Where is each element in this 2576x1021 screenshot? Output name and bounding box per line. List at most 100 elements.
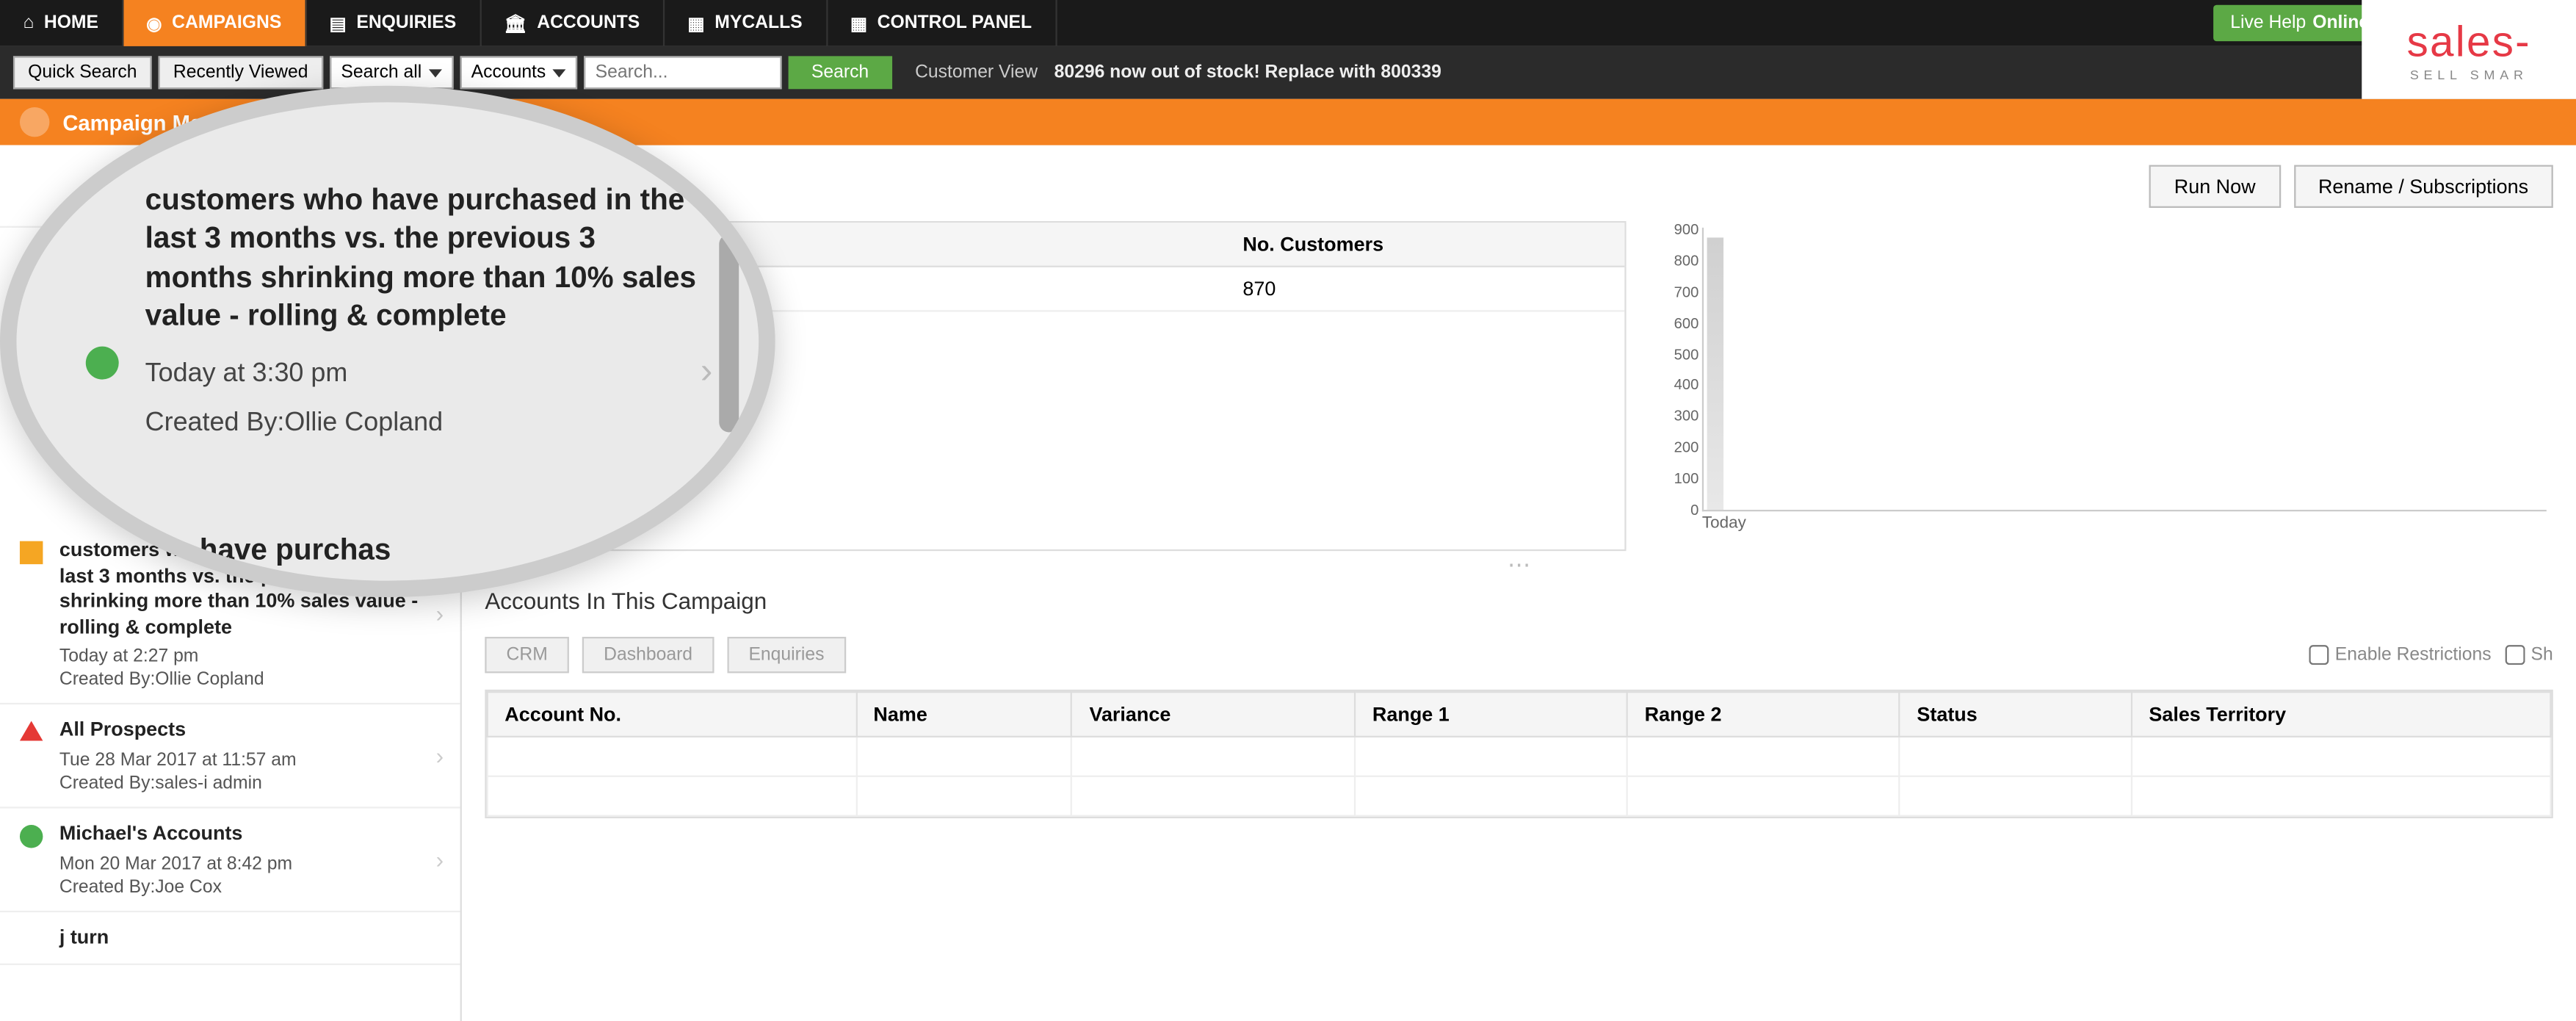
campaign-meta: Tue 28 Mar 2017 at 11:57 am <box>59 751 441 771</box>
logo: sales- SELL SMAR <box>2362 0 2576 99</box>
campaign-item[interactable]: Michael's Accounts Mon 20 Mar 2017 at 8:… <box>0 808 460 912</box>
customer-view-label[interactable]: Customer View <box>915 62 1038 82</box>
accounts-icon: 🏛 <box>504 12 527 34</box>
search-all-select[interactable]: Search all <box>330 56 453 89</box>
campaign-meta: Today at 3:30 pm <box>145 359 709 389</box>
nav-home[interactable]: ⌂ HOME <box>0 0 123 46</box>
accounts-table: Account No. Name Variance Range 1 Range … <box>485 690 2553 818</box>
status-alert-icon <box>20 721 43 741</box>
ytick: 0 <box>1690 502 1698 518</box>
logo-main: sales- <box>2407 16 2531 68</box>
partial-text: who have purchas <box>132 533 391 567</box>
nav-campaigns[interactable]: ◉ CAMPAIGNS <box>123 0 306 46</box>
mycalls-icon: ▦ <box>687 12 704 34</box>
ytick: 200 <box>1674 439 1699 455</box>
enquiries-button[interactable]: Enquiries <box>727 637 845 673</box>
ytick: 400 <box>1674 377 1699 393</box>
chevron-right-icon: › <box>436 601 444 627</box>
enable-restrictions-label: Enable Restrictions <box>2335 645 2492 665</box>
nav-enquiries-label: ENQUIRIES <box>356 13 456 33</box>
top-nav: ⌂ HOME ◉ CAMPAIGNS ▤ ENQUIRIES 🏛 ACCOUNT… <box>0 0 2576 46</box>
col-range2[interactable]: Range 2 <box>1627 692 1900 737</box>
run-now-button[interactable]: Run Now <box>2149 165 2280 208</box>
search-button[interactable]: Search <box>788 56 891 89</box>
sh-checkbox[interactable]: Sh <box>2505 645 2553 665</box>
nav-control-panel[interactable]: ▦ CONTROL PANEL <box>827 0 1056 46</box>
accounts-toolbar: CRM Dashboard Enquiries Enable Restricti… <box>485 637 2553 673</box>
ytick: 100 <box>1674 470 1699 486</box>
nav-enquiries[interactable]: ▤ ENQUIRIES <box>306 0 481 46</box>
nav-campaigns-label: CAMPAIGNS <box>172 13 281 33</box>
logo-sub: SELL SMAR <box>2410 68 2528 82</box>
scrollbar-thumb[interactable] <box>719 234 739 433</box>
sh-label: Sh <box>2531 645 2553 665</box>
nav-home-label: HOME <box>44 13 98 33</box>
chevron-right-icon: › <box>436 743 444 769</box>
accounts-select[interactable]: Accounts <box>460 56 577 89</box>
campaign-meta: Today at 2:27 pm <box>59 647 441 667</box>
status-ok-icon <box>20 825 43 848</box>
col-variance[interactable]: Variance <box>1072 692 1355 737</box>
live-help-label: Live Help <box>2230 13 2306 33</box>
enable-restrictions-input[interactable] <box>2309 645 2329 665</box>
col-account-no[interactable]: Account No. <box>488 692 856 737</box>
quick-search-button[interactable]: Quick Search <box>13 56 152 89</box>
status-pending-icon <box>20 541 43 564</box>
chart-bar <box>1707 237 1723 510</box>
search-input[interactable] <box>584 56 782 89</box>
nav-accounts[interactable]: 🏛 ACCOUNTS <box>481 0 665 46</box>
nav-control-panel-label: CONTROL PANEL <box>878 13 1032 33</box>
action-buttons: Run Now Rename / Subscriptions <box>485 165 2553 208</box>
campaign-creator: Created By:Joe Cox <box>59 877 441 897</box>
live-help-online: Online <box>2312 13 2369 33</box>
control-panel-icon: ▦ <box>850 12 867 34</box>
x-axis-label: Today <box>1702 515 2547 533</box>
ytick: 900 <box>1674 221 1699 237</box>
recently-viewed-button[interactable]: Recently Viewed <box>159 56 323 89</box>
col-status[interactable]: Status <box>1900 692 2132 737</box>
campaign-item[interactable]: j turn <box>0 912 460 965</box>
accounts-heading: Accounts In This Campaign <box>485 588 2553 614</box>
caret-down-icon <box>428 68 441 76</box>
nav-mycalls-label: MYCALLS <box>714 13 802 33</box>
crm-button[interactable]: CRM <box>485 637 569 673</box>
campaign-creator: Created By:Ollie Copland <box>145 408 709 438</box>
ytick: 300 <box>1674 408 1699 424</box>
ytick: 500 <box>1674 346 1699 362</box>
col-sales-territory[interactable]: Sales Territory <box>2132 692 2551 737</box>
campaign-meta: Mon 20 Mar 2017 at 8:42 pm <box>59 854 441 873</box>
table-row <box>488 737 2551 776</box>
nav-accounts-label: ACCOUNTS <box>537 13 640 33</box>
splitter-handle[interactable]: ⋯ <box>485 551 2553 577</box>
campaign-item[interactable]: All Prospects Tue 28 Mar 2017 at 11:57 a… <box>0 705 460 809</box>
y-axis: 900 800 700 600 500 400 300 200 100 0 <box>1652 221 1698 518</box>
accounts-select-label: Accounts <box>471 62 546 82</box>
home-icon: ⌂ <box>23 13 34 33</box>
campaign-title: All Prospects <box>59 718 441 744</box>
accounts-section: Accounts In This Campaign CRM Dashboard … <box>485 588 2553 818</box>
campaigns-icon: ◉ <box>146 12 162 34</box>
table-row <box>488 776 2551 816</box>
sh-input[interactable] <box>2505 645 2525 665</box>
ytick: 700 <box>1674 284 1699 300</box>
content-area: Run Now Rename / Subscriptions No. Custo… <box>462 145 2576 1021</box>
dashboard-button[interactable]: Dashboard <box>582 637 714 673</box>
chart: 900 800 700 600 500 400 300 200 100 0 To… <box>1646 221 2553 551</box>
chart-grid <box>1702 228 2547 511</box>
nav-mycalls[interactable]: ▦ MYCALLS <box>665 0 827 46</box>
enquiries-icon: ▤ <box>329 12 346 34</box>
search-all-label: Search all <box>341 62 422 82</box>
enable-restrictions-checkbox[interactable]: Enable Restrictions <box>2309 645 2492 665</box>
campaign-title: j turn <box>59 925 441 950</box>
cell-no-customers: 870 <box>1226 267 1624 311</box>
campaign-creator: Created By:Ollie Copland <box>59 671 441 690</box>
campaign-icon <box>20 107 49 137</box>
col-no-customers: No. Customers <box>1226 223 1624 267</box>
col-name[interactable]: Name <box>856 692 1072 737</box>
rename-subscriptions-button[interactable]: Rename / Subscriptions <box>2293 165 2553 208</box>
ticker-text: 80296 now out of stock! Replace with 800… <box>1054 62 1441 82</box>
chevron-right-icon: › <box>436 846 444 873</box>
summary-panel: No. Customers 870 900 800 700 600 500 40… <box>485 221 2553 551</box>
col-range1[interactable]: Range 1 <box>1355 692 1627 737</box>
campaign-title: Michael's Accounts <box>59 821 441 847</box>
